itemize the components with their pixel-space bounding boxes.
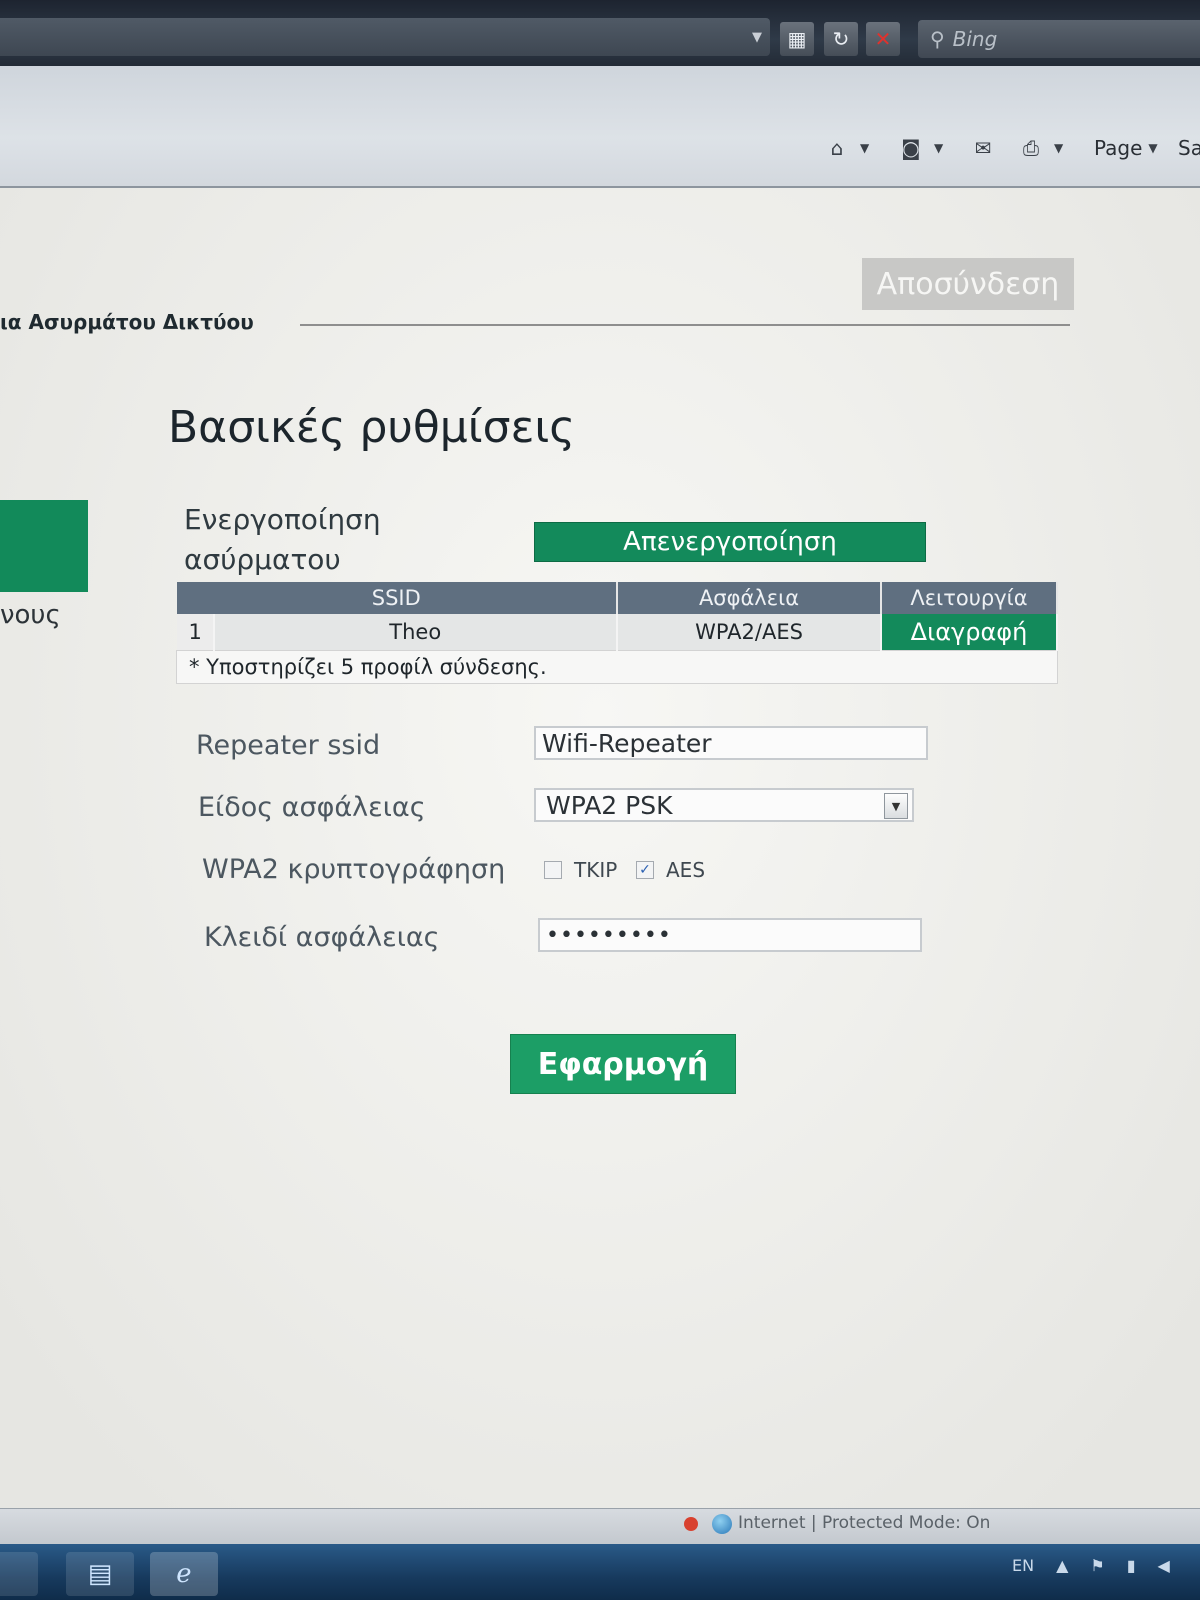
apply-button[interactable]: Εφαρμογή — [510, 1034, 736, 1094]
disable-wireless-button[interactable]: Απενεργοποίηση — [534, 522, 926, 562]
tkip-label: TKIP — [574, 858, 618, 882]
safety-menu-label: Sa — [1178, 136, 1200, 160]
dropdown-arrow-icon[interactable]: ▼ — [884, 793, 908, 819]
enable-wireless-label: Ενεργοποίηση ασύρματου — [184, 503, 381, 576]
feeds-button[interactable]: ◙ ▼ — [898, 136, 943, 160]
refresh-icon[interactable]: ↻ — [824, 22, 858, 56]
column-header-ssid: SSID — [176, 582, 618, 614]
repeater-ssid-label: Repeater ssid — [196, 730, 381, 761]
security-type-label: Είδος ασφάλειας — [198, 792, 426, 823]
action-center-flag-icon[interactable]: ⚑ — [1090, 1556, 1104, 1575]
mail-icon: ✉ — [974, 136, 992, 160]
search-input[interactable]: ⚲ Bing — [918, 20, 1200, 58]
column-header-security: Ασφάλεια — [617, 582, 882, 614]
chevron-down-icon: ▼ — [1148, 141, 1158, 155]
tkip-option[interactable]: TKIP — [544, 858, 617, 882]
page-menu-label: Page — [1094, 136, 1143, 160]
logout-button[interactable]: Αποσύνδεση — [862, 258, 1074, 310]
row-ssid: Theo — [213, 614, 618, 651]
protected-mode-icon — [684, 1517, 698, 1531]
show-hidden-icons-icon[interactable]: ▲ — [1056, 1556, 1068, 1575]
chevron-down-icon[interactable]: ▼ — [860, 141, 869, 155]
repeater-ssid-input[interactable]: Wifi-Repeater — [534, 726, 928, 760]
header-divider — [300, 324, 1070, 326]
volume-icon[interactable]: ◀ — [1158, 1556, 1170, 1575]
profiles-table: SSID Ασφάλεια Λειτουργία 1 Theo WPA2/AES… — [176, 582, 1058, 684]
row-security: WPA2/AES — [617, 614, 882, 651]
page-title: Βασικές ρυθμίσεις — [168, 402, 576, 453]
row-number: 1 — [176, 614, 215, 651]
sidebar-item-label[interactable]: νους — [0, 600, 61, 630]
start-button[interactable] — [0, 1552, 38, 1596]
page-content: Αποσύνδεση ια Ασυρμάτου Δικτύου νους Βασ… — [0, 188, 1200, 1508]
sidebar-active-item[interactable] — [0, 500, 88, 592]
address-dropdown-icon[interactable]: ▼ — [752, 30, 762, 45]
column-header-function: Λειτουργία — [881, 582, 1058, 614]
security-key-label: Κλειδί ασφάλειας — [204, 922, 440, 953]
breadcrumb: ια Ασυρμάτου Δικτύου — [0, 310, 254, 334]
home-icon: ⌂ — [830, 136, 844, 160]
page-menu[interactable]: Page ▼ — [1094, 136, 1158, 160]
search-placeholder: Bing — [952, 27, 998, 51]
explorer-taskbar-icon[interactable]: ▤ — [66, 1552, 134, 1596]
encryption-label: WPA2 κρυπτογράφηση — [202, 854, 506, 885]
security-key-input[interactable]: ••••••••• — [538, 918, 922, 952]
security-type-select[interactable]: WPA2 PSK ▼ — [534, 788, 914, 822]
safety-menu[interactable]: Sa — [1178, 136, 1200, 160]
internet-explorer-taskbar-icon[interactable]: ℯ — [150, 1552, 218, 1596]
home-button[interactable]: ⌂ ▼ — [824, 136, 870, 160]
table-row: 1 Theo WPA2/AES Διαγραφή — [176, 614, 1058, 651]
aes-label: AES — [666, 858, 706, 882]
language-indicator[interactable]: EN — [1012, 1556, 1034, 1575]
security-type-value: WPA2 PSK — [546, 790, 673, 820]
compatibility-view-icon[interactable]: ▦ — [780, 22, 814, 56]
network-signal-icon[interactable]: ▮ — [1127, 1556, 1136, 1575]
aes-checkbox[interactable]: ✓ — [636, 861, 654, 879]
internet-zone-icon — [712, 1514, 732, 1534]
chevron-down-icon[interactable]: ▼ — [934, 141, 943, 155]
command-bar — [0, 66, 1200, 188]
rss-icon: ◙ — [901, 136, 921, 160]
system-tray: EN ▲ ⚑ ▮ ◀ — [1012, 1556, 1170, 1575]
aes-option[interactable]: ✓ AES — [636, 858, 705, 882]
read-mail-button[interactable]: ✉ — [970, 136, 996, 160]
address-bar[interactable] — [0, 18, 770, 56]
search-icon: ⚲ — [930, 27, 945, 51]
status-bar — [0, 1508, 1200, 1545]
printer-icon: ⎙ — [1023, 136, 1039, 160]
tkip-checkbox[interactable] — [544, 861, 562, 879]
zone-status-text: Internet | Protected Mode: On — [738, 1513, 991, 1533]
delete-profile-button[interactable]: Διαγραφή — [881, 614, 1058, 651]
print-button[interactable]: ⎙ ▼ — [1018, 136, 1063, 160]
chevron-down-icon[interactable]: ▼ — [1054, 141, 1063, 155]
stop-icon[interactable]: ✕ — [866, 22, 900, 56]
profiles-note: * Υποστηρίζει 5 προφίλ σύνδεσης. — [176, 650, 1058, 684]
